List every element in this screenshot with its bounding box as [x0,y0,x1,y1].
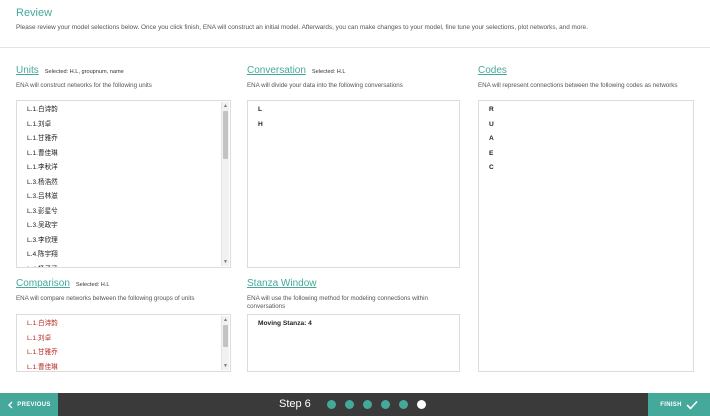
comparison-item: L.1.甘雅乔 [27,349,58,356]
step-dot-6[interactable] [417,400,426,409]
code-item: U [489,120,494,128]
step-label: Step 6 [279,398,311,410]
step-dot-3[interactable] [363,400,372,409]
conversation-selected: Selected: H.L [311,69,346,75]
unit-item: L.1.刘卓 [27,120,52,128]
codes-list-box[interactable]: RUAEC [478,100,694,372]
unit-item: L.3.彭星兮 [27,207,58,215]
comparison-scroll-thumb[interactable] [223,325,228,347]
review-title: Review [16,7,53,19]
unit-item: L.1.甘雅乔 [27,135,58,142]
comparison-list: L.1.白诗韵 L.1.刘卓 L.1.甘雅乔 L.1.曹佳琳 [27,317,218,371]
codes-list: RUAEC [489,103,681,371]
step-dot-5[interactable] [399,400,408,409]
stanza-box: Moving Stanza: 4 [247,314,460,372]
comparison-selected: Selected: H.L [75,282,110,288]
finish-label: FINISH [660,401,682,408]
conversation-description: ENA will divide your data into the follo… [247,82,403,89]
units-description: ENA will construct networks for the foll… [16,82,152,89]
chevron-left-icon [8,401,13,408]
scroll-up-icon[interactable]: ▲ [222,102,229,110]
comparison-item: L.1.白诗韵 [27,320,58,327]
unit-item: L.4.陈宇翔 [27,251,58,258]
comparison-scrollbar[interactable]: ▲ ▼ [221,316,229,370]
unit-item: L.1.李秋洋 [27,164,58,171]
stanza-section: Stanza Window ENA will use the following… [247,278,460,311]
comparison-item: L.1.曹佳琳 [27,363,58,371]
previous-button[interactable]: PREVIOUS [0,393,58,416]
comparison-description: ENA will compare networks between the fo… [16,295,195,302]
code-item: C [489,164,494,171]
stanza-title-link[interactable]: Stanza Window [247,278,316,289]
code-item: E [489,149,494,157]
step-dot-2[interactable] [345,400,354,409]
units-list-box[interactable]: L.1.白诗韵 L.1.刘卓 L.1.甘雅乔 L.1.曹佳琳 L.1.李秋洋 L.3.杨浩… [16,100,231,268]
conversation-list: LH [258,103,447,267]
wizard-footer: PREVIOUS Step 6 FINISH [0,393,710,416]
comparison-section: Comparison Selected: H.L ENA will compar… [16,278,231,303]
conversation-item: H [258,120,263,128]
conversation-list-box[interactable]: LH [247,100,460,268]
stanza-description: ENA will use the following method for mo… [247,295,428,311]
unit-item: L.3.吕林滋 [27,193,58,200]
units-scrollbar[interactable]: ▲ ▼ [221,102,229,266]
units-selected: Selected: H.L, groupnum, name [44,69,124,75]
scroll-down-icon[interactable]: ▼ [222,258,229,266]
unit-item: L.4.杨子涵 [27,263,218,268]
comparison-list-box[interactable]: L.1.白诗韵 L.1.刘卓 L.1.甘雅乔 L.1.曹佳琳 ▲ ▼ [16,314,231,372]
step-dot-4[interactable] [381,400,390,409]
conversation-section: Conversation Selected: H.L ENA will divi… [247,65,460,90]
check-icon [686,400,698,410]
scroll-down-icon[interactable]: ▼ [222,362,229,370]
step-dot-1[interactable] [327,400,336,409]
unit-item: L.1.白诗韵 [27,106,58,113]
conversation-item: L [258,106,263,113]
code-item: R [489,106,494,113]
codes-title-link[interactable]: Codes [478,65,507,76]
conversation-title-link[interactable]: Conversation [247,65,306,76]
units-scroll-thumb[interactable] [223,111,228,159]
units-section: Units Selected: H.L, groupnum, name ENA … [16,65,231,90]
scroll-up-icon[interactable]: ▲ [222,316,229,324]
unit-item: L.3.李欣理 [27,236,58,244]
finish-button[interactable]: FINISH [648,393,710,416]
previous-label: PREVIOUS [17,401,51,408]
codes-description: ENA will represent connections between t… [478,82,678,89]
step-indicator [327,400,426,409]
unit-item: L.1.曹佳琳 [27,149,58,157]
review-header: Review Please review your model selectio… [0,0,710,48]
units-list: L.1.白诗韵 L.1.刘卓 L.1.甘雅乔 L.1.曹佳琳 L.1.李秋洋 L.3.杨浩… [27,103,218,267]
comparison-title-link[interactable]: Comparison [16,278,70,289]
codes-section: Codes ENA will represent connections bet… [478,65,694,90]
stanza-value: Moving Stanza: 4 [258,320,312,327]
unit-item: L.3.杨浩然 [27,178,58,186]
review-description: Please review your model selections belo… [16,24,588,31]
comparison-item: L.1.刘卓 [27,334,52,342]
units-title-link[interactable]: Units [16,65,39,76]
code-item: A [489,135,494,142]
unit-item: L.3.吴政宇 [27,222,58,229]
